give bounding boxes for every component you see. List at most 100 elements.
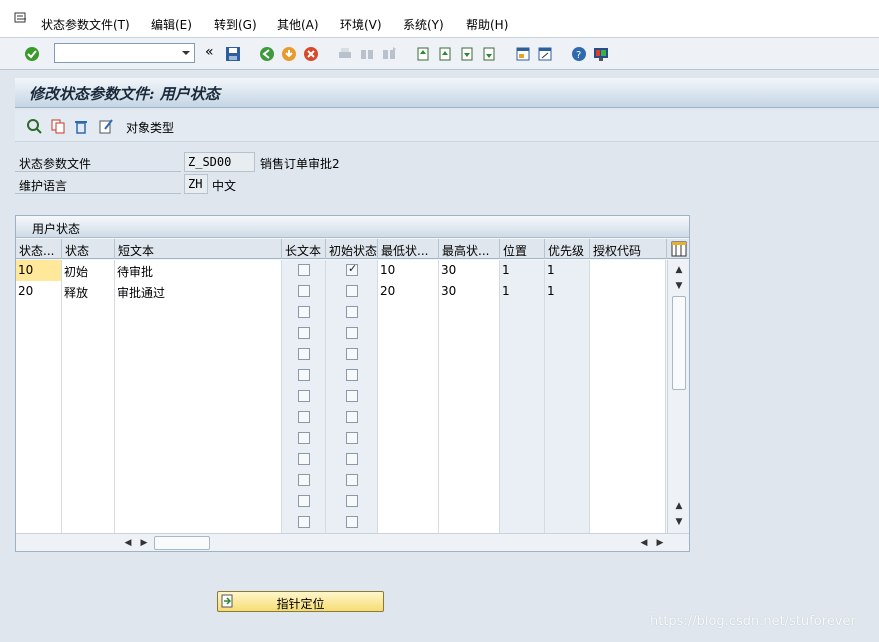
cancel-icon[interactable] [303,46,319,62]
cell-pos[interactable] [500,302,545,323]
cell-long[interactable] [282,260,326,281]
scroll-down-icon[interactable]: ▼ [671,278,687,294]
cell-auth[interactable] [590,449,666,470]
cell-short[interactable] [115,470,282,491]
col-status[interactable]: 状态 [62,239,115,259]
scroll-down-end-icon[interactable]: ▼ [671,514,687,530]
cell-short[interactable] [115,365,282,386]
cell-long[interactable] [282,386,326,407]
checkbox-initial[interactable] [346,495,358,507]
command-field[interactable] [54,43,195,63]
save-icon[interactable] [225,46,241,62]
cell-pos[interactable] [500,407,545,428]
cell-num[interactable] [16,449,62,470]
cell-initial[interactable] [326,386,378,407]
cell-initial[interactable] [326,281,378,302]
cell-num[interactable] [16,386,62,407]
col-initial-status[interactable]: 初始状态 [326,239,378,259]
cell-status[interactable] [62,344,115,365]
cell-short[interactable] [115,428,282,449]
checkbox-initial[interactable] [346,285,358,297]
cell-low[interactable] [378,491,439,512]
find-next-icon[interactable] [381,46,397,62]
menu-edit[interactable]: 编辑(E) [151,16,192,33]
cell-num[interactable]: 20 [16,281,62,302]
menu-goto[interactable]: 转到(G) [214,16,257,33]
checkbox-long[interactable] [298,285,310,297]
table-row[interactable] [16,302,666,323]
cell-long[interactable] [282,344,326,365]
cell-num[interactable] [16,407,62,428]
cell-prio[interactable] [545,302,590,323]
cell-short[interactable] [115,323,282,344]
cell-short[interactable] [115,386,282,407]
col-lowest-status[interactable]: 最低状... [378,239,439,259]
cell-long[interactable] [282,323,326,344]
cell-low[interactable]: 10 [378,260,439,281]
menu-system[interactable]: 系统(Y) [403,16,444,33]
cell-short[interactable]: 待审批 [115,260,282,281]
checkbox-initial[interactable] [346,306,358,318]
cell-auth[interactable] [590,428,666,449]
cell-status[interactable] [62,512,115,533]
scroll-up-icon[interactable]: ▲ [671,262,687,278]
cell-low[interactable]: 20 [378,281,439,302]
cell-pos[interactable] [500,428,545,449]
scroll-left-end-icon[interactable]: ◀ [636,535,652,551]
cell-pos[interactable] [500,491,545,512]
find-icon[interactable] [359,46,375,62]
system-menu-icon[interactable] [14,12,28,24]
table-row[interactable] [16,449,666,470]
cell-initial[interactable] [326,323,378,344]
cell-prio[interactable]: 1 [545,281,590,302]
cell-short[interactable] [115,407,282,428]
checkbox-long[interactable] [298,306,310,318]
col-priority[interactable]: 优先级 [545,239,590,259]
cell-status[interactable] [62,365,115,386]
checkbox-long[interactable] [298,495,310,507]
next-page-icon[interactable] [459,46,475,62]
table-row[interactable] [16,407,666,428]
cell-low[interactable] [378,428,439,449]
cell-prio[interactable] [545,491,590,512]
menu-status-profile[interactable]: 状态参数文件(T) [41,16,130,33]
checkbox-long[interactable] [298,369,310,381]
copy-icon[interactable] [50,118,66,134]
cell-prio[interactable] [545,365,590,386]
cell-low[interactable] [378,386,439,407]
scroll-up-end-icon[interactable]: ▲ [671,498,687,514]
cell-status[interactable] [62,386,115,407]
cell-short[interactable] [115,512,282,533]
checkbox-initial[interactable] [346,348,358,360]
table-row[interactable] [16,323,666,344]
cell-low[interactable] [378,365,439,386]
cell-num[interactable] [16,491,62,512]
col-position[interactable]: 位置 [500,239,545,259]
cell-low[interactable] [378,302,439,323]
command-input[interactable] [55,44,175,62]
cell-high[interactable]: 30 [439,260,500,281]
cell-auth[interactable] [590,344,666,365]
horizontal-scroll-thumb[interactable] [154,536,210,550]
cell-prio[interactable] [545,428,590,449]
cell-low[interactable] [378,407,439,428]
command-history-back[interactable]: « [205,44,214,60]
cell-low[interactable] [378,344,439,365]
cell-pos[interactable] [500,449,545,470]
table-row[interactable] [16,512,666,533]
cell-status[interactable]: 释放 [62,281,115,302]
checkbox-long[interactable] [298,264,310,276]
cell-auth[interactable] [590,281,666,302]
cell-long[interactable] [282,407,326,428]
checkbox-long[interactable] [298,453,310,465]
cell-auth[interactable] [590,407,666,428]
col-long-text[interactable]: 长文本 [282,239,326,259]
table-row[interactable] [16,365,666,386]
table-row[interactable] [16,386,666,407]
cell-long[interactable] [282,470,326,491]
cell-high[interactable] [439,512,500,533]
cell-short[interactable] [115,344,282,365]
cell-prio[interactable] [545,386,590,407]
cell-short[interactable] [115,449,282,470]
cell-prio[interactable]: 1 [545,260,590,281]
